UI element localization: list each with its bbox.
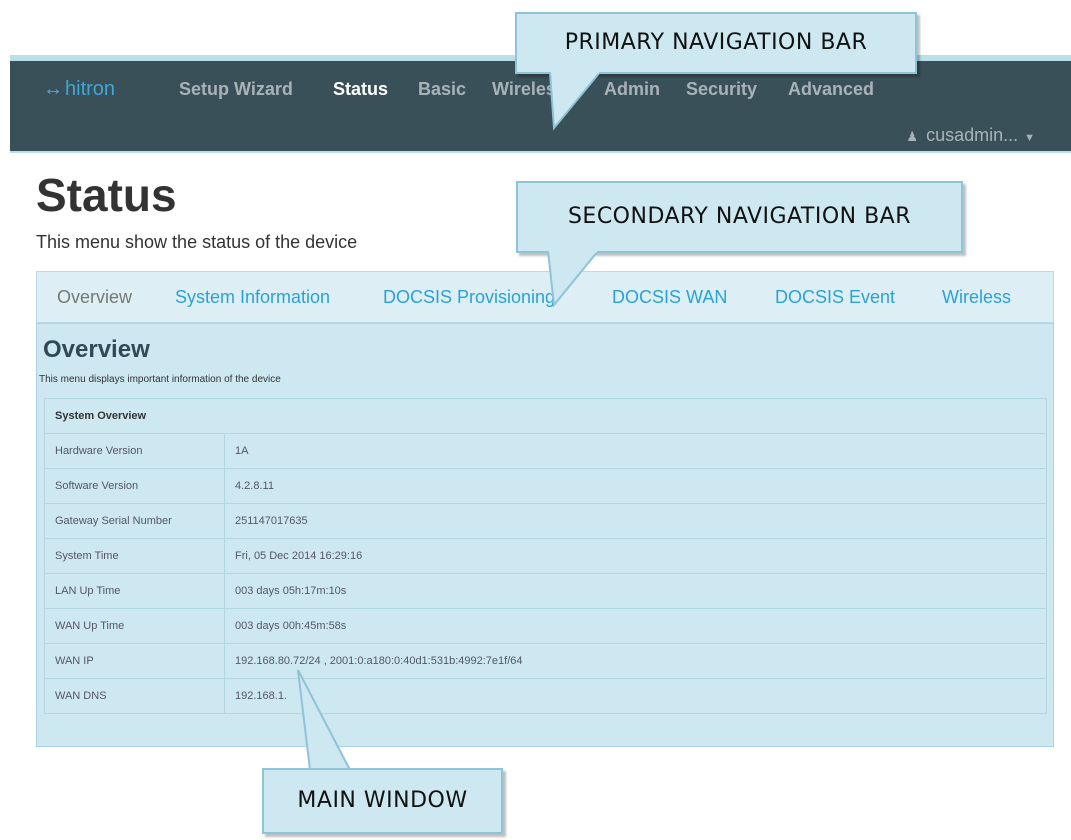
overview-title: Overview (43, 336, 150, 363)
table-row: WAN Up Time 003 days 00h:45m:58s (44, 608, 1047, 644)
row-value: 4.2.8.11 (224, 468, 1047, 504)
row-label: LAN Up Time (44, 573, 225, 609)
row-label: Gateway Serial Number (44, 503, 225, 539)
user-name: cusadmin... (926, 125, 1019, 145)
row-label: System Time (44, 538, 225, 574)
hitron-logo[interactable]: ↔ hitron (43, 78, 115, 101)
callout-primary-nav: PRIMARY NAVIGATION BAR (515, 12, 917, 74)
nav-admin[interactable]: Admin (604, 79, 660, 100)
tab-docsis-event[interactable]: DOCSIS Event (775, 287, 895, 308)
callout-main-label: MAIN WINDOW (297, 788, 468, 813)
row-label: WAN DNS (44, 678, 225, 714)
table-header: System Overview (44, 398, 1047, 434)
page-description: This menu show the status of the device (36, 232, 358, 252)
callout-primary-pointer (548, 72, 602, 131)
user-icon: ♟ (906, 129, 919, 144)
table-row: System Time Fri, 05 Dec 2014 16:29:16 (44, 538, 1047, 574)
callout-secondary-pointer (546, 251, 600, 308)
table-row: LAN Up Time 003 days 05h:17m:10s (44, 573, 1047, 609)
row-value: 1A (224, 433, 1047, 469)
callout-main-window: MAIN WINDOW (262, 768, 503, 834)
overview-description: This menu displays important information… (39, 374, 281, 385)
page-title: Status (36, 169, 177, 221)
callout-main-pointer (297, 669, 352, 771)
tab-docsis-provisioning[interactable]: DOCSIS Provisioning (383, 287, 555, 308)
callout-secondary-label: SECONDARY NAVIGATION BAR (567, 204, 912, 229)
chevron-down-icon: ▼ (1024, 132, 1035, 144)
callout-primary-label: PRIMARY NAVIGATION BAR (564, 30, 868, 55)
nav-advanced[interactable]: Advanced (788, 79, 874, 100)
logo-arrows-icon: ↔ (43, 78, 63, 100)
table-row: WAN IP 192.168.80.72/24 , 2001:0:a180:0:4… (44, 643, 1047, 679)
tab-docsis-wan[interactable]: DOCSIS WAN (612, 287, 727, 308)
table-row: Gateway Serial Number 251147017635 (44, 503, 1047, 539)
tab-wireless[interactable]: Wireless (942, 287, 1011, 308)
tab-overview[interactable]: Overview (57, 287, 132, 308)
row-value: 003 days 05h:17m:10s (224, 573, 1047, 609)
nav-security[interactable]: Security (686, 79, 757, 100)
logo-text: hitron (65, 78, 116, 100)
row-value: 251147017635 (224, 503, 1047, 539)
table-header-row: System Overview (44, 398, 1047, 434)
row-label: Hardware Version (44, 433, 225, 469)
callout-secondary-nav: SECONDARY NAVIGATION BAR (516, 181, 963, 253)
nav-basic[interactable]: Basic (418, 79, 466, 100)
nav-status[interactable]: Status (333, 79, 388, 100)
user-menu[interactable]: ♟ cusadmin... ▼ (906, 125, 1035, 146)
table-row: Hardware Version 1A (44, 433, 1047, 469)
nav-setup-wizard[interactable]: Setup Wizard (179, 79, 293, 100)
row-value: Fri, 05 Dec 2014 16:29:16 (224, 538, 1047, 574)
row-label: WAN IP (44, 643, 225, 679)
system-overview-table: System Overview Hardware Version 1A Softw… (44, 398, 1047, 714)
main-window: Overview This menu displays important in… (36, 323, 1054, 747)
tab-system-information[interactable]: System Information (175, 287, 330, 308)
table-row: WAN DNS 192.168.1. (44, 678, 1047, 714)
row-label: Software Version (44, 468, 225, 504)
row-label: WAN Up Time (44, 608, 225, 644)
row-value: 003 days 00h:45m:58s (224, 608, 1047, 644)
table-row: Software Version 4.2.8.11 (44, 468, 1047, 504)
